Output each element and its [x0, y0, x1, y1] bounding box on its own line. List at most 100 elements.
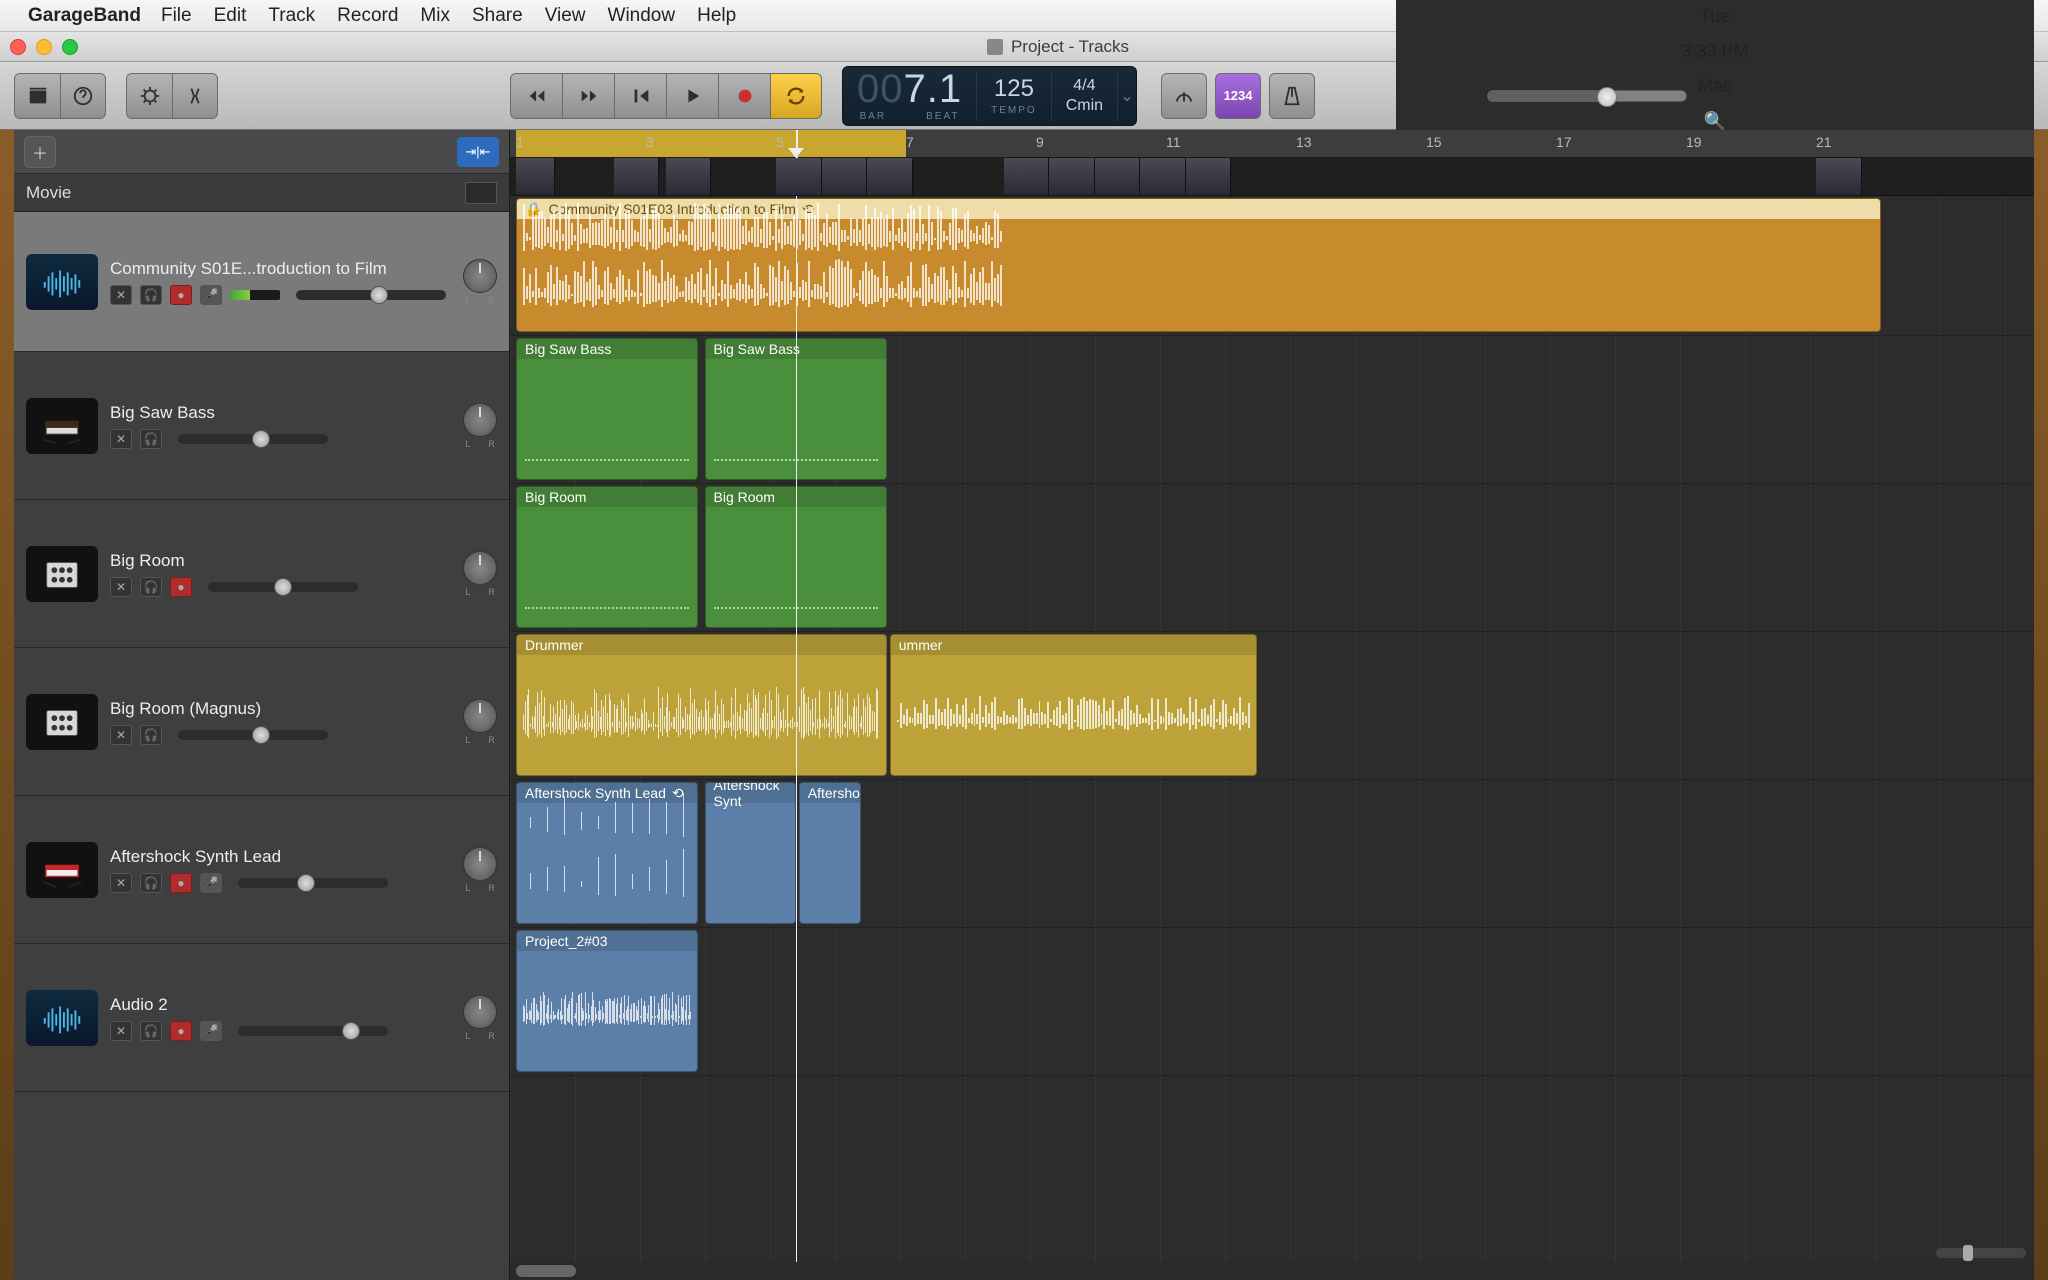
menu-view[interactable]: View [545, 5, 586, 26]
record-enable-button[interactable]: ● [170, 873, 192, 893]
pan-knob[interactable] [463, 699, 497, 733]
quick-help-button[interactable] [60, 73, 106, 119]
track-name[interactable]: Audio 2 [110, 995, 451, 1015]
zoom-window-button[interactable] [62, 39, 78, 55]
arrange-lane[interactable] [510, 928, 2034, 1076]
region[interactable]: Aftershock Synt [705, 782, 796, 924]
input-monitor-button[interactable]: 🎤 [200, 285, 222, 305]
mute-button[interactable]: ✕ [110, 285, 132, 305]
movie-track-header[interactable]: Movie [14, 174, 509, 212]
track-name[interactable]: Big Room [110, 551, 451, 571]
menu-window[interactable]: Window [608, 5, 676, 26]
solo-button[interactable]: 🎧 [140, 577, 162, 597]
region[interactable]: Big Room [516, 486, 698, 628]
track-volume-slider[interactable] [178, 434, 328, 444]
solo-button[interactable]: 🎧 [140, 429, 162, 449]
editors-button[interactable] [172, 73, 218, 119]
track-volume-slider[interactable] [208, 582, 358, 592]
lcd-mode-dropdown[interactable]: ⌄ [1118, 71, 1136, 121]
mute-button[interactable]: ✕ [110, 873, 132, 893]
play-button[interactable] [666, 73, 718, 119]
record-enable-button[interactable]: ● [170, 1021, 192, 1041]
lcd-beat[interactable]: 1 [939, 67, 962, 111]
menubar-day[interactable]: Tue [1700, 6, 1730, 27]
pan-knob[interactable] [463, 847, 497, 881]
menu-mix[interactable]: Mix [420, 5, 450, 26]
record-enable-button[interactable]: ● [170, 577, 192, 597]
spotlight-icon[interactable]: 🔍 [1704, 111, 1726, 132]
track-header[interactable]: Community S01E...troduction to Film ✕ 🎧 … [14, 212, 509, 352]
lcd-tempo[interactable]: 125 [994, 75, 1034, 103]
tuner-button[interactable] [1161, 73, 1207, 119]
solo-button[interactable]: 🎧 [140, 873, 162, 893]
region[interactable]: Drummer [516, 634, 887, 776]
region[interactable]: Aftershock [799, 782, 861, 924]
pan-knob[interactable] [463, 551, 497, 585]
mute-button[interactable]: ✕ [110, 725, 132, 745]
region[interactable]: Big Saw Bass [516, 338, 698, 480]
region[interactable]: ummer [890, 634, 1257, 776]
cycle-button[interactable] [770, 73, 822, 119]
forward-button[interactable] [562, 73, 614, 119]
mute-button[interactable]: ✕ [110, 1021, 132, 1041]
master-volume-slider[interactable] [1487, 90, 1687, 102]
close-window-button[interactable] [10, 39, 26, 55]
input-monitor-button[interactable]: 🎤 [200, 873, 222, 893]
track-volume-slider[interactable] [178, 730, 328, 740]
horizontal-zoom-slider[interactable] [1936, 1248, 2026, 1258]
menu-record[interactable]: Record [337, 5, 398, 26]
mute-button[interactable]: ✕ [110, 429, 132, 449]
track-name[interactable]: Big Saw Bass [110, 403, 451, 423]
menu-track[interactable]: Track [268, 5, 315, 26]
lcd-signature[interactable]: 4/4 [1073, 76, 1095, 95]
pan-knob[interactable] [463, 259, 497, 293]
go-to-beginning-button[interactable] [614, 73, 666, 119]
track-volume-slider[interactable] [238, 878, 388, 888]
solo-button[interactable]: 🎧 [140, 1021, 162, 1041]
lcd-bar[interactable]: 7 [904, 67, 927, 111]
pan-knob[interactable] [463, 995, 497, 1029]
input-monitor-button[interactable]: 🎤 [200, 1021, 222, 1041]
add-track-button[interactable]: ＋ [24, 136, 56, 168]
track-name[interactable]: Community S01E...troduction to Film [110, 259, 451, 279]
region[interactable]: Project_2#03 [516, 930, 698, 1072]
track-name[interactable]: Aftershock Synth Lead [110, 847, 451, 867]
arrange-lanes[interactable]: 🔒Community S01E03 Introduction to Film⟲B… [510, 196, 2034, 1262]
app-menu[interactable]: GarageBand [28, 5, 141, 27]
horizontal-scrollbar[interactable] [510, 1262, 2034, 1280]
track-header[interactable]: Big Room ✕ 🎧 ● LR [14, 500, 509, 648]
record-button[interactable] [718, 73, 770, 119]
region[interactable]: Big Saw Bass [705, 338, 887, 480]
record-enable-button[interactable]: ● [170, 285, 192, 305]
track-header[interactable]: Aftershock Synth Lead ✕ 🎧 ● 🎤 LR [14, 796, 509, 944]
count-in-button[interactable]: 1234 [1215, 73, 1261, 119]
track-header[interactable]: Big Room (Magnus) ✕ 🎧 LR [14, 648, 509, 796]
menu-edit[interactable]: Edit [214, 5, 247, 26]
lcd-key[interactable]: Cmin [1066, 96, 1103, 115]
library-button[interactable] [14, 73, 60, 119]
solo-button[interactable]: 🎧 [140, 725, 162, 745]
track-volume-slider[interactable] [296, 290, 446, 300]
rewind-button[interactable] [510, 73, 562, 119]
menu-help[interactable]: Help [697, 5, 736, 26]
menu-share[interactable]: Share [472, 5, 523, 26]
menu-file[interactable]: File [161, 5, 192, 26]
pan-knob[interactable] [463, 403, 497, 437]
track-volume-slider[interactable] [238, 1026, 388, 1036]
lcd-display[interactable]: 007.1 BARBEAT 125 TEMPO 4/4 Cmin ⌄ [842, 66, 1137, 126]
track-filter-button[interactable]: ⇥|⇤ [457, 137, 499, 167]
track-header[interactable]: Big Saw Bass ✕ 🎧 LR [14, 352, 509, 500]
region[interactable]: Aftershock Synth Lead⟲ [516, 782, 698, 924]
track-name[interactable]: Big Room (Magnus) [110, 699, 451, 719]
mute-button[interactable]: ✕ [110, 577, 132, 597]
track-header[interactable]: Audio 2 ✕ 🎧 ● 🎤 LR [14, 944, 509, 1092]
smart-controls-button[interactable] [126, 73, 172, 119]
region[interactable]: Big Room [705, 486, 887, 628]
minimize-window-button[interactable] [36, 39, 52, 55]
solo-button[interactable]: 🎧 [140, 285, 162, 305]
region[interactable]: 🔒Community S01E03 Introduction to Film⟲ [516, 198, 1881, 332]
bar-ruler[interactable]: 13579111315171921 [510, 130, 2034, 158]
metronome-button[interactable] [1269, 73, 1315, 119]
menubar-user[interactable]: Mac [1698, 76, 1732, 97]
menubar-time[interactable]: 3:33 PM [1682, 41, 1749, 62]
